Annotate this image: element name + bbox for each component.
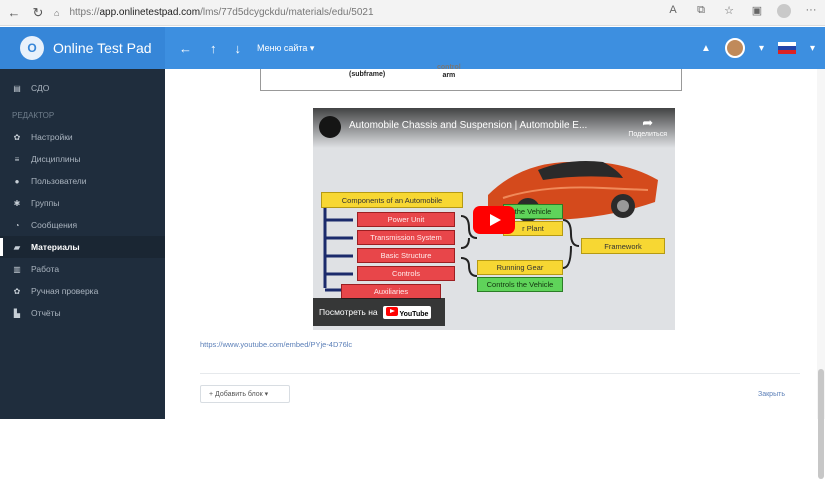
video-embed[interactable]: Automobile Chassis and Suspension | Auto… <box>313 108 675 330</box>
home-icon: ▤ <box>13 83 21 93</box>
youtube-logo: YouTube <box>382 305 432 319</box>
gear-icon: ✿ <box>13 132 21 142</box>
back-arrow-icon[interactable]: ← <box>4 3 24 23</box>
move-down-button[interactable]: ↓ <box>235 41 242 56</box>
table-cell-line: control <box>437 64 461 71</box>
add-block-button[interactable]: + Добавить блок ▾ <box>200 385 290 403</box>
diagram-box: Auxiliaries <box>341 284 441 299</box>
more-icon[interactable]: ··· <box>803 4 819 18</box>
youtube-play-icon <box>385 306 398 316</box>
table-cell-line: arm <box>442 72 456 79</box>
sidebar-item-users[interactable]: ● Пользователи <box>0 170 165 192</box>
diagram-box: Running Gear <box>477 260 563 275</box>
move-up-button[interactable]: ↑ <box>210 41 217 56</box>
lock-icon[interactable]: ⌂ <box>54 8 59 18</box>
url-path: /lms/77d5dcygckdu/materials/edu/5021 <box>200 7 374 18</box>
sidebar-item-label: Ручная проверка <box>31 286 99 296</box>
sidebar-item-settings[interactable]: ✿ Настройки <box>0 126 165 148</box>
favorites-icon[interactable]: ☆ <box>721 4 737 18</box>
video-link[interactable]: https://www.youtube.com/embed/PYje-4D76l… <box>200 340 352 349</box>
folder-icon: ▰ <box>13 242 21 252</box>
site-menu-button[interactable]: Меню сайта ▾ <box>257 43 314 54</box>
table-cell: control arm <box>437 64 461 80</box>
language-chevron-icon[interactable]: ▾ <box>810 43 815 54</box>
book-icon: ≡ <box>14 154 20 164</box>
url-host: app.onlinetestpad.com <box>99 7 201 18</box>
sidebar-item-label: Отчёты <box>31 308 61 318</box>
browser-toolbar: ← ↻ ⌂ https://app.onlinetestpad.com/lms/… <box>0 0 825 26</box>
scrollbar-thumb[interactable] <box>818 369 824 479</box>
watch-on-label: Посмотреть на <box>319 307 378 317</box>
divider <box>200 373 800 374</box>
back-button[interactable]: ← <box>179 41 192 56</box>
tab-actions-icon[interactable]: ⧉ <box>693 4 709 18</box>
app-header: O Online Test Pad ← ↑ ↓ Меню сайта ▾ ▲ ▾… <box>0 27 825 69</box>
sidebar-section-title: РЕДАКТОР <box>12 111 55 120</box>
sidebar-item-label: Сообщения <box>31 220 78 230</box>
diagram-box: Transmission System <box>357 230 455 245</box>
diagram-box: Framework <box>581 238 665 254</box>
check-icon: ✿ <box>13 286 21 296</box>
sidebar-item-label: Пользователи <box>31 176 87 186</box>
sidebar-item-manual-check[interactable]: ✿ Ручная проверка <box>0 280 165 302</box>
sidebar-item-materials[interactable]: ▰ Материалы <box>0 236 165 258</box>
sidebar-item-label: Работа <box>31 264 60 274</box>
diagram-box: Controls <box>357 266 455 281</box>
sidebar-item-label: Группы <box>31 198 60 208</box>
sidebar-item-label: Дисциплины <box>31 154 81 164</box>
brand[interactable]: O Online Test Pad <box>0 27 165 69</box>
diagram-box: Components of an Automobile <box>321 192 463 208</box>
sidebar-item-label: Настройки <box>31 132 73 142</box>
collections-icon[interactable]: ▣ <box>749 4 765 18</box>
sidebar: ▤ СДО РЕДАКТОР ✿ Настройки ≡ Дисциплины … <box>0 69 165 419</box>
sidebar-item-work[interactable]: ▥ Работа <box>0 258 165 280</box>
bank-icon: ▥ <box>13 264 21 274</box>
diagram-box: Controls the Vehicle <box>477 277 563 292</box>
youtube-label: YouTube <box>399 310 429 318</box>
brand-name: Online Test Pad <box>53 40 152 56</box>
scrollbar[interactable] <box>817 69 825 479</box>
user-avatar[interactable] <box>724 38 745 58</box>
sidebar-item-disciplines[interactable]: ≡ Дисциплины <box>0 148 165 170</box>
play-button[interactable] <box>473 206 515 234</box>
sidebar-item-messages[interactable]: ◔ Сообщения <box>0 214 165 236</box>
close-link[interactable]: Закрыть <box>758 391 785 398</box>
sidebar-item-reports[interactable]: ▙ Отчёты <box>0 302 165 324</box>
language-flag-icon[interactable] <box>777 42 796 54</box>
chat-icon: ◔ <box>14 220 20 230</box>
sidebar-item-label: Материалы <box>31 242 80 252</box>
url-prefix: https:// <box>69 7 100 18</box>
reload-icon[interactable]: ↻ <box>28 3 48 23</box>
logo-icon: O <box>20 36 44 60</box>
address-bar[interactable]: https://app.onlinetestpad.com/lms/77d5dc… <box>69 7 373 18</box>
users-icon: ✱ <box>13 198 21 208</box>
user-icon: ● <box>14 176 20 186</box>
chart-icon: ▙ <box>13 308 21 318</box>
chevron-down-icon[interactable]: ▾ <box>759 43 764 54</box>
diagram-box: Basic Structure <box>357 248 455 263</box>
table-cell: (subframe) <box>349 71 386 78</box>
notification-bell-icon[interactable]: ▲ <box>701 43 711 54</box>
diagram-box: Power Unit <box>357 212 455 227</box>
sidebar-item-sdo[interactable]: ▤ СДО <box>0 77 165 99</box>
browser-profile-icon[interactable] <box>777 4 791 18</box>
sidebar-item-label: СДО <box>31 83 50 93</box>
watch-on-youtube-button[interactable]: Посмотреть на YouTube <box>313 298 445 326</box>
table-fragment: (subframe) control arm <box>260 64 682 91</box>
read-aloud-icon[interactable]: A <box>665 4 681 18</box>
sidebar-item-groups[interactable]: ✱ Группы <box>0 192 165 214</box>
